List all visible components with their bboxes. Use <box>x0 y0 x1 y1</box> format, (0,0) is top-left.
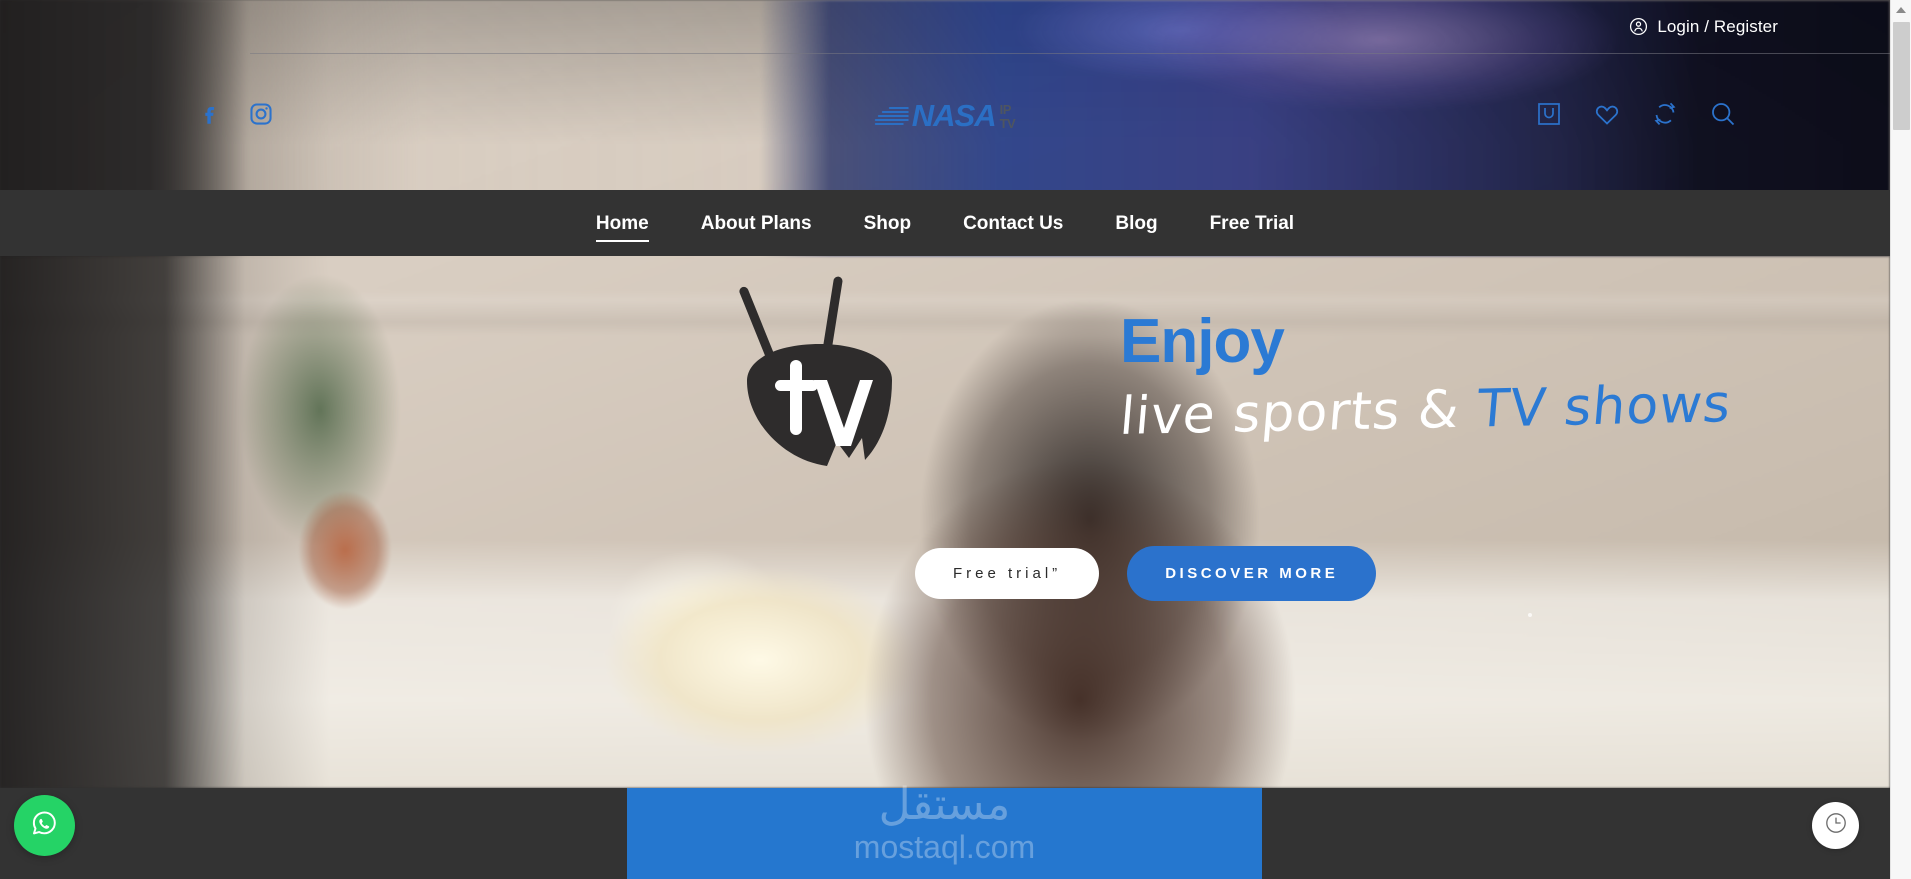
nav-item-about-plans[interactable]: About Plans <box>675 214 838 233</box>
compare-icon[interactable] <box>1650 99 1680 129</box>
clock-history-icon <box>1824 811 1848 840</box>
nav-item-free-trial[interactable]: Free Trial <box>1184 214 1321 233</box>
hero-copy: Enjoy live sports & TV shows <box>1117 307 1733 447</box>
facebook-icon[interactable] <box>196 101 222 127</box>
nav-item-contact-us[interactable]: Contact Us <box>937 214 1089 233</box>
hero-headline-blue: TV shows <box>1474 374 1734 440</box>
main-navigation: Home About Plans Shop Contact Us Blog Fr… <box>0 190 1890 256</box>
site-logo[interactable]: NASA IP TV <box>874 98 1016 133</box>
carousel-dot[interactable] <box>1528 613 1532 617</box>
header-action-icons <box>1534 99 1738 129</box>
instagram-icon[interactable] <box>248 101 274 127</box>
hero-section: Enjoy live sports & TV shows Free trial”… <box>0 256 1890 788</box>
nav-item-home[interactable]: Home <box>570 214 675 242</box>
nav-item-shop[interactable]: Shop <box>838 214 938 233</box>
logo-tv-text: TV <box>999 116 1016 131</box>
page-root: Login / Register NASA IP TV Home About P… <box>0 0 1911 879</box>
logo-iptv-text: IP TV <box>1000 101 1016 130</box>
search-icon[interactable] <box>1708 99 1738 129</box>
top-bar: Login / Register <box>0 0 1890 53</box>
login-register-label: Login / Register <box>1657 16 1778 36</box>
nav-list: Home About Plans Shop Contact Us Blog Fr… <box>570 214 1321 242</box>
history-float-button[interactable] <box>1812 802 1859 849</box>
hero-headline-line1: Enjoy <box>1120 307 1285 376</box>
scrollbar-up-arrow-icon[interactable] <box>1891 0 1911 20</box>
social-links <box>196 101 274 127</box>
user-circle-icon <box>1629 17 1648 36</box>
logo-brand-text: NASA <box>911 98 997 133</box>
nav-item-blog[interactable]: Blog <box>1089 214 1183 233</box>
site-header: NASA IP TV <box>0 53 1890 190</box>
promo-block <box>627 788 1262 879</box>
whatsapp-icon <box>28 807 61 845</box>
scrollbar-thumb[interactable] <box>1893 22 1910 130</box>
hero-headline-line2: live sports & TV shows <box>1117 374 1733 447</box>
login-register-link[interactable]: Login / Register <box>1629 17 1778 37</box>
heart-icon[interactable] <box>1592 99 1622 129</box>
whatsapp-float-button[interactable] <box>14 795 75 856</box>
browser-scrollbar[interactable] <box>1890 0 1911 879</box>
logo-stripes-icon <box>874 106 909 125</box>
tv-logo-graphic <box>735 276 905 496</box>
logo-ip-text: IP <box>999 102 1012 117</box>
cart-icon[interactable] <box>1534 99 1564 129</box>
hero-cta-group: Free trial” DISCOVER MORE <box>915 546 1377 601</box>
topbar-divider <box>250 53 1890 54</box>
free-trial-button[interactable]: Free trial” <box>915 548 1100 599</box>
hero-headline-white: live sports & <box>1117 379 1463 447</box>
discover-more-button[interactable]: DISCOVER MORE <box>1127 546 1377 601</box>
